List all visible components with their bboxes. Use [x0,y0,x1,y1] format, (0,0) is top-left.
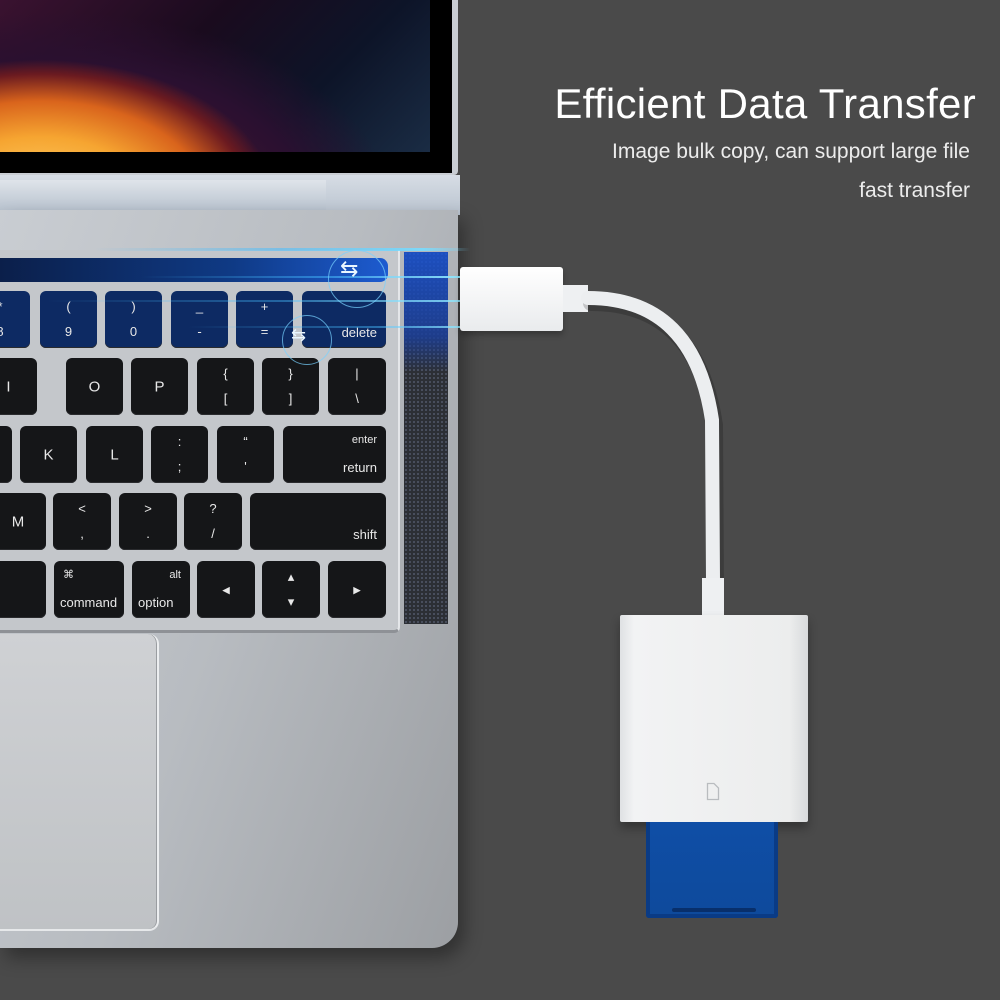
headline-title: Efficient Data Transfer [554,80,976,127]
headline-subtitle-line-2: fast transfer [859,179,970,202]
sd-card [646,822,778,918]
adapter-cable-boot [702,578,724,618]
headline-subtitle-line-1: Image bulk copy, can support large file [612,140,970,163]
sd-card-notch [672,908,756,912]
sd-card-icon [706,782,720,801]
